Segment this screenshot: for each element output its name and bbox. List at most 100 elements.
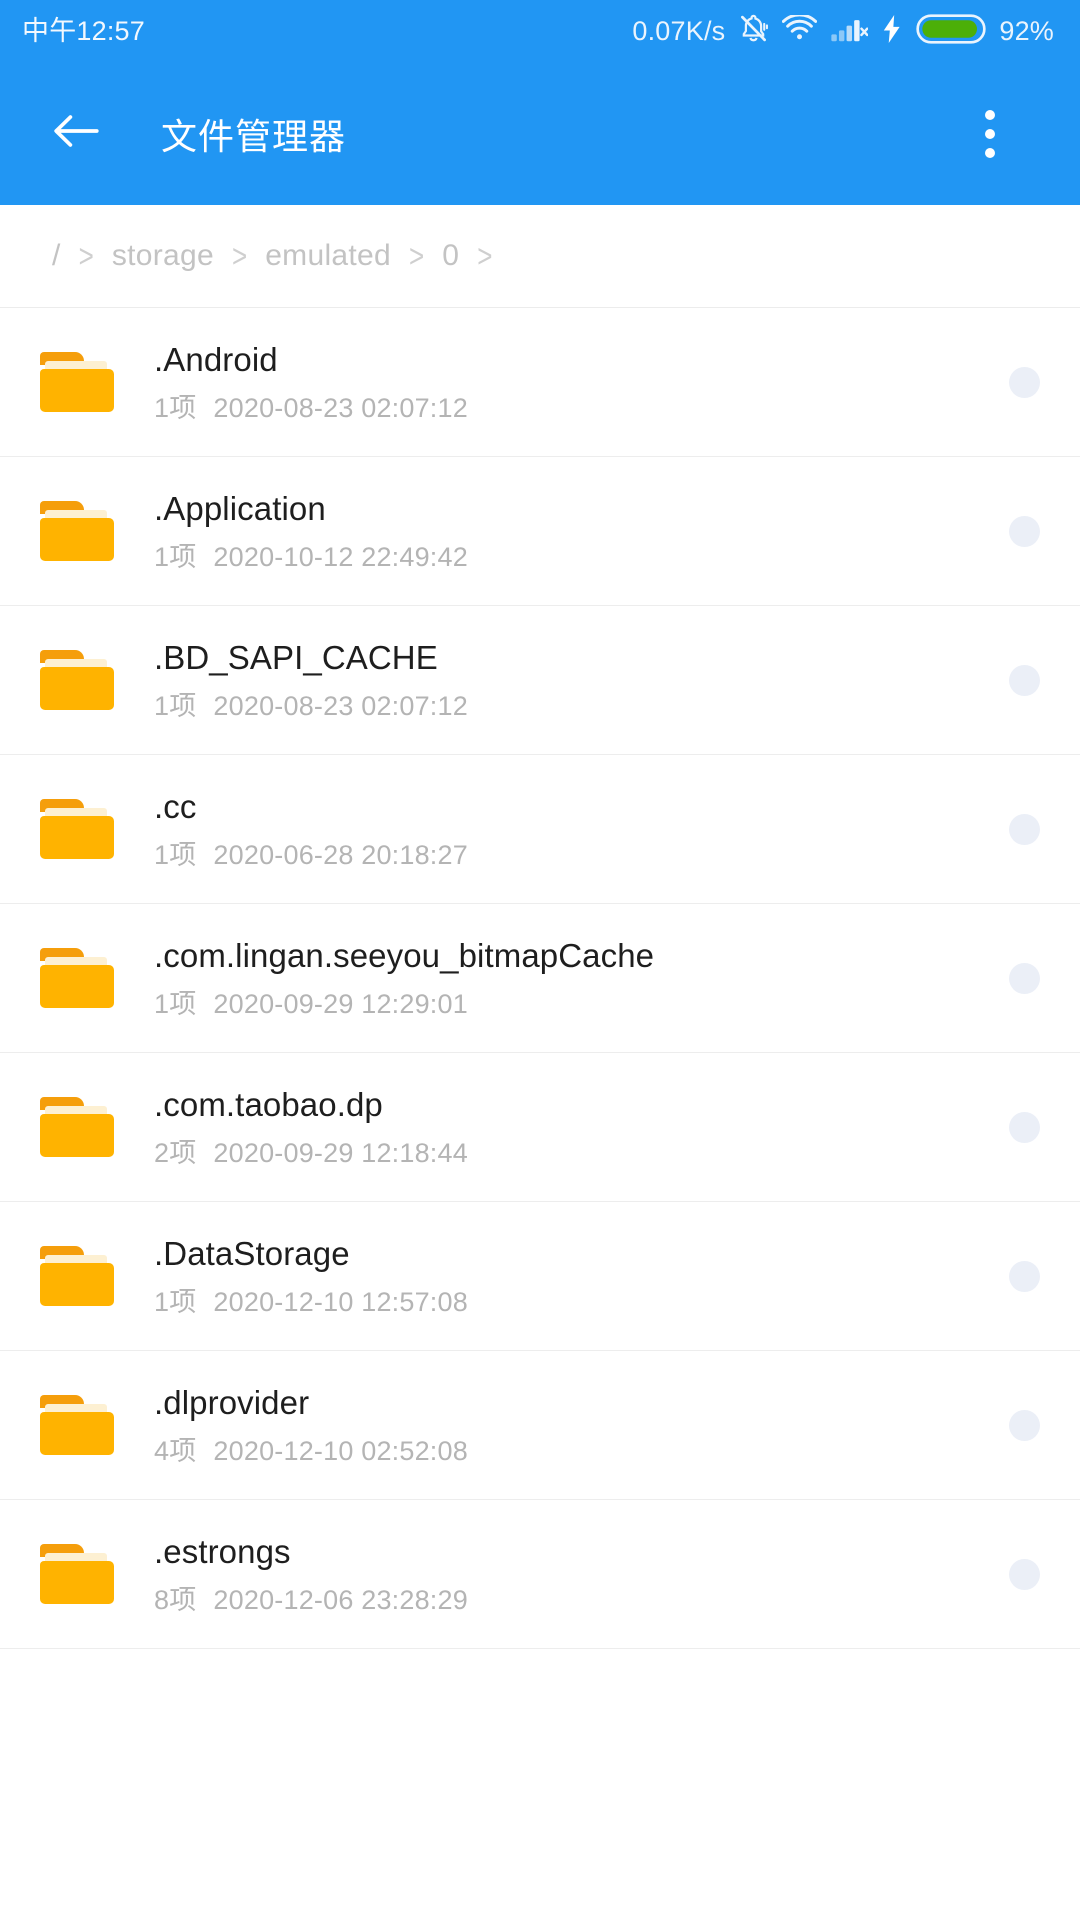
- file-item-count: 2项: [154, 1138, 197, 1169]
- file-item-modified: 2020-09-29 12:29:01: [213, 989, 468, 1020]
- file-item-texts: .estrongs 8项 2020-12-06 23:28:29: [154, 1532, 987, 1617]
- file-item-name: .BD_SAPI_CACHE: [154, 638, 438, 676]
- file-list-item[interactable]: .com.lingan.seeyou_bitmapCache 1项 2020-09-…: [0, 904, 1080, 1053]
- file-item-select-indicator[interactable]: [1009, 366, 1040, 398]
- file-item-texts: .dlprovider 4项 2020-12-10 02:52:08: [154, 1383, 987, 1468]
- back-button[interactable]: [44, 102, 108, 166]
- file-item-select-indicator[interactable]: [1009, 962, 1040, 994]
- network-speed-label: 0.07K/s: [632, 15, 726, 46]
- file-item-select-indicator[interactable]: [1009, 1111, 1040, 1143]
- breadcrumb-item-root[interactable]: /: [52, 239, 61, 273]
- file-item-count: 1项: [154, 542, 197, 573]
- file-item-texts: .com.lingan.seeyou_bitmapCache 1项 2020-09-…: [154, 936, 987, 1021]
- status-bar: 中午12:57 0.07K/s 92%: [0, 0, 1080, 62]
- file-item-name: .Android: [154, 340, 278, 378]
- cellular-signal-no-service-icon: [830, 15, 869, 48]
- mute-bell-icon: [738, 13, 769, 49]
- file-item-meta: 8项 2020-12-06 23:28:29: [154, 1584, 987, 1616]
- file-item-count: 8项: [154, 1585, 197, 1616]
- breadcrumb-item-storage[interactable]: storage: [112, 239, 214, 273]
- file-item-meta: 1项 2020-08-23 02:07:12: [154, 392, 987, 424]
- battery-percent-label: 92%: [999, 15, 1054, 46]
- file-item-name: .cc: [154, 787, 197, 825]
- file-item-name: .Application: [154, 489, 326, 527]
- file-item-select-indicator[interactable]: [1009, 1558, 1040, 1590]
- file-item-meta: 1项 2020-06-28 20:18:27: [154, 839, 987, 871]
- chevron-right-icon: >: [477, 236, 493, 275]
- file-item-name: .DataStorage: [154, 1234, 350, 1272]
- breadcrumb-item-emulated[interactable]: emulated: [265, 239, 391, 273]
- file-item-texts: .cc 1项 2020-06-28 20:18:27: [154, 787, 987, 872]
- file-list-item[interactable]: .Application 1项 2020-10-12 22:49:42: [0, 457, 1080, 606]
- folder-icon: [40, 1544, 114, 1604]
- file-item-select-indicator[interactable]: [1009, 664, 1040, 696]
- charging-bolt-icon: [881, 14, 903, 49]
- file-item-modified: 2020-08-23 02:07:12: [213, 393, 468, 424]
- file-item-name: .estrongs: [154, 1532, 291, 1570]
- folder-icon: [40, 799, 114, 859]
- file-item-count: 1项: [154, 840, 197, 871]
- file-item-meta: 4项 2020-12-10 02:52:08: [154, 1435, 987, 1467]
- folder-icon: [40, 1246, 114, 1306]
- back-arrow-icon: [52, 111, 100, 156]
- folder-icon: [40, 1097, 114, 1157]
- folder-icon: [40, 1395, 114, 1455]
- overflow-dot-icon: [985, 128, 995, 139]
- file-item-count: 1项: [154, 989, 197, 1020]
- file-list-item[interactable]: .estrongs 8项 2020-12-06 23:28:29: [0, 1500, 1080, 1649]
- file-manager-screen: 中午12:57 0.07K/s 92% 文件管理器 / > storage > …: [0, 0, 1080, 1920]
- file-item-texts: .BD_SAPI_CACHE 1项 2020-08-23 02:07:12: [154, 638, 987, 723]
- file-list-item[interactable]: .com.taobao.dp 2项 2020-09-29 12:18:44: [0, 1053, 1080, 1202]
- folder-icon: [40, 501, 114, 561]
- file-list-item[interactable]: .dlprovider 4项 2020-12-10 02:52:08: [0, 1351, 1080, 1500]
- file-item-modified: 2020-12-10 12:57:08: [213, 1287, 468, 1318]
- overflow-dot-icon: [985, 109, 995, 120]
- file-list: .Android 1项 2020-08-23 02:07:12 .Applicatio…: [0, 308, 1080, 1649]
- file-item-texts: .Android 1项 2020-08-23 02:07:12: [154, 340, 987, 425]
- file-item-meta: 2项 2020-09-29 12:18:44: [154, 1137, 987, 1169]
- file-item-meta: 1项 2020-10-12 22:49:42: [154, 541, 987, 573]
- file-item-texts: .Application 1项 2020-10-12 22:49:42: [154, 489, 987, 574]
- file-item-select-indicator[interactable]: [1009, 1260, 1040, 1292]
- overflow-menu-button[interactable]: [958, 98, 1022, 170]
- battery-icon: [916, 13, 987, 50]
- file-item-modified: 2020-12-10 02:52:08: [213, 1436, 468, 1467]
- file-item-count: 4项: [154, 1436, 197, 1467]
- breadcrumb: / > storage > emulated > 0 >: [0, 205, 1080, 308]
- file-item-name: .com.lingan.seeyou_bitmapCache: [154, 936, 655, 974]
- file-item-count: 1项: [154, 691, 197, 722]
- file-item-select-indicator[interactable]: [1009, 813, 1040, 845]
- folder-icon: [40, 650, 114, 710]
- file-item-meta: 1项 2020-12-10 12:57:08: [154, 1286, 987, 1318]
- file-item-modified: 2020-08-23 02:07:12: [213, 691, 468, 722]
- file-list-item[interactable]: .BD_SAPI_CACHE 1项 2020-08-23 02:07:12: [0, 606, 1080, 755]
- file-item-name: .dlprovider: [154, 1383, 310, 1421]
- file-item-name: .com.taobao.dp: [154, 1085, 383, 1123]
- file-item-meta: 1项 2020-09-29 12:29:01: [154, 988, 987, 1020]
- status-clock: 中午12:57: [22, 15, 145, 46]
- file-list-item[interactable]: .DataStorage 1项 2020-12-10 12:57:08: [0, 1202, 1080, 1351]
- status-bar-icons: 0.07K/s 92%: [632, 12, 1054, 50]
- file-item-select-indicator[interactable]: [1009, 1409, 1040, 1441]
- file-item-meta: 1项 2020-08-23 02:07:12: [154, 690, 987, 722]
- file-item-select-indicator[interactable]: [1009, 515, 1040, 547]
- file-item-count: 1项: [154, 1287, 197, 1318]
- file-list-item[interactable]: .cc 1项 2020-06-28 20:18:27: [0, 755, 1080, 904]
- folder-icon: [40, 948, 114, 1008]
- chevron-right-icon: >: [409, 236, 425, 275]
- file-item-modified: 2020-09-29 12:18:44: [213, 1138, 468, 1169]
- overflow-dot-icon: [985, 147, 995, 158]
- file-item-texts: .com.taobao.dp 2项 2020-09-29 12:18:44: [154, 1085, 987, 1170]
- chevron-right-icon: >: [232, 236, 248, 275]
- chevron-right-icon: >: [78, 236, 94, 275]
- breadcrumb-item-0[interactable]: 0: [442, 239, 459, 273]
- app-bar: 文件管理器: [0, 62, 1080, 205]
- wifi-icon: [782, 12, 818, 48]
- file-item-modified: 2020-12-06 23:28:29: [213, 1585, 468, 1616]
- folder-icon: [40, 352, 114, 412]
- file-item-modified: 2020-10-12 22:49:42: [213, 542, 468, 573]
- file-item-modified: 2020-06-28 20:18:27: [213, 840, 468, 871]
- file-item-count: 1项: [154, 393, 197, 424]
- file-list-item[interactable]: .Android 1项 2020-08-23 02:07:12: [0, 308, 1080, 457]
- page-title: 文件管理器: [161, 115, 347, 157]
